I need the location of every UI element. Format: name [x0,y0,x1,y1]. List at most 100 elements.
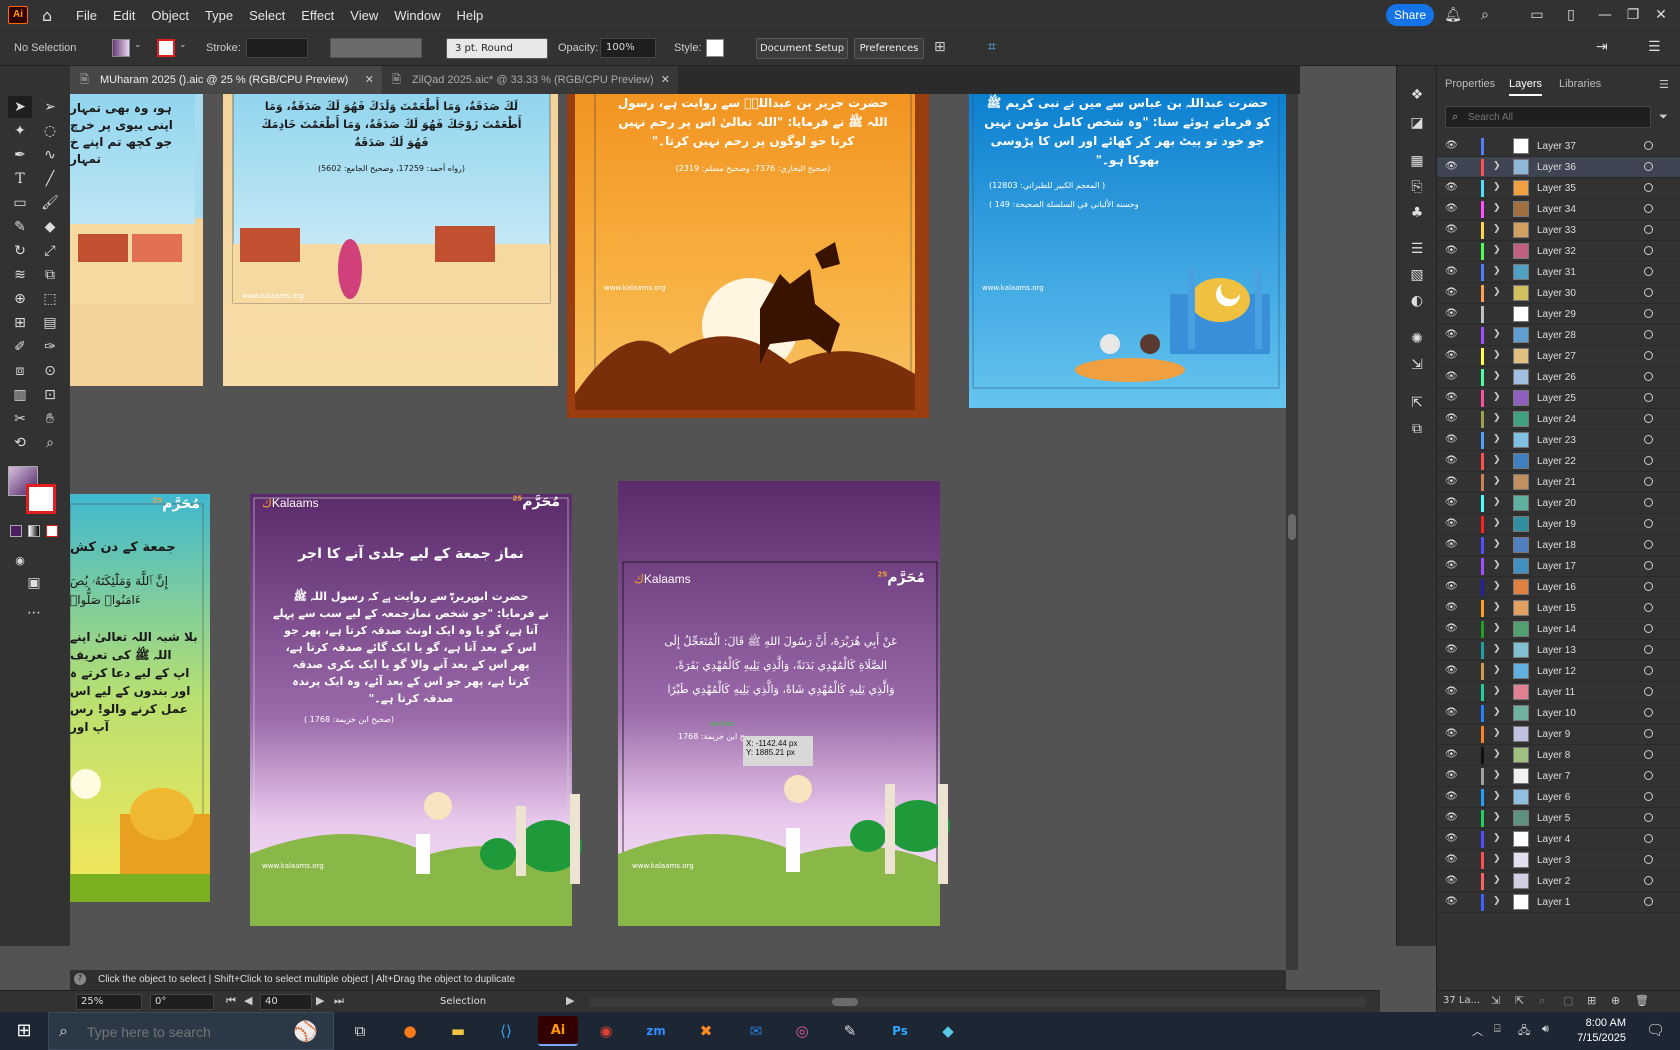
layer-row[interactable]: 👁︎ ❯ Layer 31 [1437,262,1680,283]
artboard-number-field[interactable]: 40 [260,994,312,1010]
target-circle-icon[interactable] [1644,876,1653,885]
vscode-icon[interactable]: ⟨⟩ [486,1016,526,1046]
layer-row[interactable]: 👁︎ ❯ Layer 36 [1437,157,1680,178]
target-circle-icon[interactable] [1644,687,1653,696]
target-circle-icon[interactable] [1644,351,1653,360]
layer-name[interactable]: Layer 25 [1537,393,1576,404]
file-explorer-icon[interactable]: ▬ [438,1016,478,1046]
stroke-color-swatch[interactable] [26,484,56,514]
clock[interactable]: 8:00 AM 7/15/2025 [1562,1016,1626,1046]
network-icon[interactable]: 🖧︎ [1518,1022,1530,1041]
target-circle-icon[interactable] [1644,708,1653,717]
collect-export-icon[interactable]: ⇲ [1491,994,1500,1007]
visibility-eye-icon[interactable]: 👁︎ [1445,560,1458,571]
layer-row[interactable]: 👁︎ ❯ Layer 4 [1437,829,1680,850]
layer-name[interactable]: Layer 15 [1537,603,1576,614]
visibility-eye-icon[interactable]: 👁︎ [1445,371,1458,382]
layer-row[interactable]: 👁︎ ❯ Layer 15 [1437,598,1680,619]
notifications-icon[interactable]: 🗨︎ [1646,1021,1665,1039]
expand-arrow-icon[interactable]: ❯ [1493,350,1501,360]
target-circle-icon[interactable] [1644,855,1653,864]
chevron-down-icon[interactable]: ⌄ [179,40,187,50]
illustrator-taskbar-icon[interactable]: Ai [538,1016,578,1046]
visibility-eye-icon[interactable]: 👁︎ [1445,749,1458,760]
expand-arrow-icon[interactable]: ❯ [1493,896,1501,906]
expand-arrow-icon[interactable]: ❯ [1493,203,1501,213]
next-artboard-icon[interactable]: ▶ [316,994,324,1007]
blend-tool-icon[interactable]: ⧈ [8,360,32,382]
target-circle-icon[interactable] [1644,477,1653,486]
target-circle-icon[interactable] [1644,897,1653,906]
document-setup-button[interactable]: Document Setup [756,38,848,59]
layer-name[interactable]: Layer 27 [1537,351,1576,362]
layer-row[interactable]: 👁︎ ❯ Layer 8 [1437,745,1680,766]
layer-name[interactable]: Layer 14 [1537,624,1576,635]
layer-row[interactable]: 👁︎ ❯ Layer 20 [1437,493,1680,514]
layer-name[interactable]: Layer 5 [1537,813,1570,824]
visibility-eye-icon[interactable]: 👁︎ [1445,707,1458,718]
target-circle-icon[interactable] [1644,771,1653,780]
layers-search-field[interactable]: ⌕ [1445,106,1651,128]
layer-name[interactable]: Layer 13 [1537,645,1576,656]
expand-arrow-icon[interactable]: ❯ [1493,287,1501,297]
visibility-eye-icon[interactable]: 👁︎ [1445,434,1458,445]
taskbar-search[interactable]: ⌕ ⚾ [48,1012,334,1050]
target-circle-icon[interactable] [1644,519,1653,528]
perspective-grid-icon[interactable]: ⊞ [8,312,32,334]
menu-edit[interactable]: Edit [113,8,135,23]
panel-menu-icon[interactable]: ☰ [1659,78,1669,91]
visibility-eye-icon[interactable]: 👁︎ [1445,854,1458,865]
visibility-eye-icon[interactable]: 👁︎ [1445,455,1458,466]
expand-arrow-icon[interactable]: ❯ [1493,875,1501,885]
symbols-icon[interactable]: ♣ [1405,202,1429,224]
expand-arrow-icon[interactable]: ❯ [1493,707,1501,717]
layer-row[interactable]: 👁︎ ❯ Layer 10 [1437,703,1680,724]
target-circle-icon[interactable] [1644,435,1653,444]
visibility-eye-icon[interactable]: 👁︎ [1445,791,1458,802]
layer-name[interactable]: Layer 12 [1537,666,1576,677]
artboards-panel-icon[interactable]: ⧉ [1405,418,1429,440]
brush-definition-dropdown[interactable]: 3 pt. Round [446,38,548,59]
visibility-eye-icon[interactable]: 👁︎ [1445,581,1458,592]
visibility-eye-icon[interactable]: 👁︎ [1445,224,1458,235]
horizontal-scrollbar[interactable] [590,997,1366,1007]
live-paint-icon[interactable]: ⬚ [38,288,62,310]
expand-arrow-icon[interactable]: ❯ [1493,623,1501,633]
expand-arrow-icon[interactable]: ❯ [1493,728,1501,738]
layer-name[interactable]: Layer 16 [1537,582,1576,593]
hand-tool-icon[interactable]: ✋︎ [38,408,62,430]
restore-icon[interactable]: ❐ [1624,6,1642,24]
panel-toggle-icon[interactable]: ⇥ [1596,39,1608,55]
layer-name[interactable]: Layer 8 [1537,750,1570,761]
layer-name[interactable]: Layer 37 [1537,141,1576,152]
image-trace-icon[interactable]: ◪ [1405,112,1429,134]
visibility-eye-icon[interactable]: 👁︎ [1445,770,1458,781]
layer-name[interactable]: Layer 1 [1537,897,1570,908]
layer-row[interactable]: 👁︎ ❯ Layer 3 [1437,850,1680,871]
target-circle-icon[interactable] [1644,225,1653,234]
expand-arrow-icon[interactable]: ❯ [1493,560,1501,570]
none-mode-icon[interactable] [46,525,58,537]
menu-help[interactable]: Help [456,8,483,23]
column-graph-icon[interactable]: ▥ [8,384,32,406]
new-sublayer-icon[interactable]: ⊞ [1587,994,1596,1007]
layer-name[interactable]: Layer 4 [1537,834,1570,845]
menu-icon[interactable]: ☰ [1648,39,1661,55]
draw-mode-icon[interactable]: ◉ [8,550,32,572]
layer-row[interactable]: 👁︎ ❯ Layer 14 [1437,619,1680,640]
tab-layers[interactable]: Layers [1509,78,1543,96]
target-circle-icon[interactable] [1644,624,1653,633]
export-icon[interactable]: ⇱ [1405,392,1429,414]
zoom-tool-icon[interactable]: ⌕ [38,432,62,454]
tab-libraries[interactable]: Libraries [1559,78,1601,90]
layer-name[interactable]: Layer 33 [1537,225,1576,236]
layer-name[interactable]: Layer 6 [1537,792,1570,803]
gradient-tool-icon[interactable]: ▤ [38,312,62,334]
firefox-icon[interactable]: ● [390,1016,430,1046]
layer-row[interactable]: 👁︎ ❯ Layer 33 [1437,220,1680,241]
menu-object[interactable]: Object [151,8,189,23]
windows-start-icon[interactable]: ⊞ [4,1016,44,1046]
close-icon[interactable]: ✕ [661,66,670,94]
visibility-eye-icon[interactable]: 👁︎ [1445,686,1458,697]
appearance-icon[interactable]: ❖ [1405,84,1429,106]
